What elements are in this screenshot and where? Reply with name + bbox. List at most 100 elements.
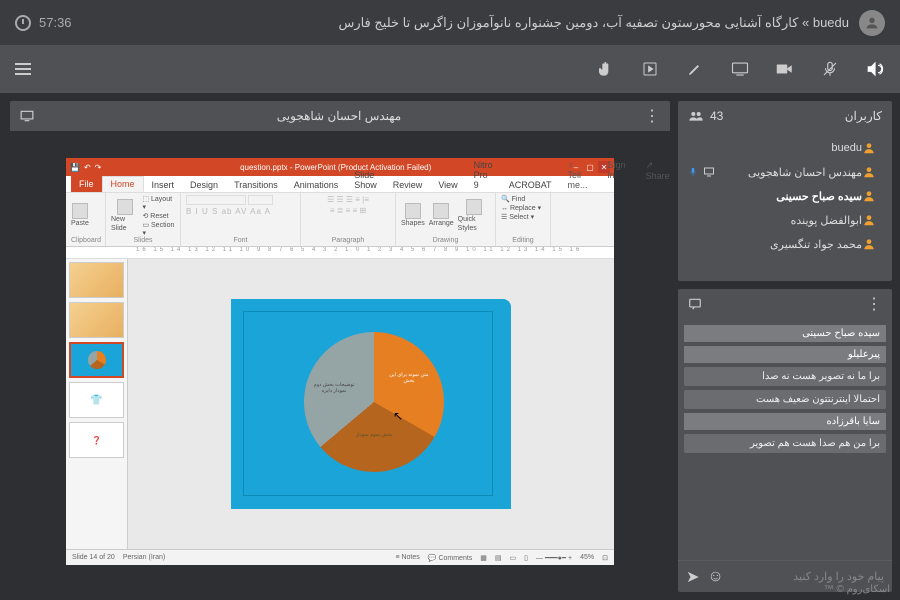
fit-icon[interactable]: ⊡ [602,554,608,562]
slide-thumb[interactable] [69,302,124,338]
send-button[interactable]: ➤ [686,567,699,587]
tab-review[interactable]: Review [385,178,431,192]
pen-button[interactable] [685,59,705,79]
presenter-name: مهندس احسان شاهجویی [277,109,401,123]
video-button[interactable] [775,59,795,79]
user-row[interactable]: ابوالفضل پوینده [688,208,882,232]
clock-icon [15,15,31,31]
pp-undo-icon[interactable]: ↶ [84,163,91,172]
speaker-button[interactable] [865,59,885,79]
view-slideshow-icon[interactable]: ▯ [524,554,528,562]
users-title: کاربران [845,109,882,123]
mic-button[interactable] [820,59,840,79]
user-row[interactable]: buedu [688,136,882,160]
layout-button[interactable]: ⬚ Layout ▾ [142,195,175,211]
emoji-button[interactable]: ☺ [707,568,723,586]
user-name-label: محمد جواد تنگسیری [688,238,862,251]
language-label: Persian (Iran) [123,554,165,561]
share-button[interactable]: ↗ Share [638,158,678,192]
zoom-value[interactable]: 45% [580,554,594,561]
paste-button[interactable]: Paste [71,203,89,228]
user-name-label: مهندس احسان شاهجویی [715,166,862,179]
view-normal-icon[interactable]: ▦ [480,554,487,562]
pp-save-icon[interactable]: 💾 [70,163,80,172]
shapes-button[interactable]: Shapes [401,203,425,228]
slide-thumb-selected[interactable] [69,342,124,378]
tab-design[interactable]: Design [182,178,226,192]
menu-button[interactable] [15,63,31,75]
tab-transitions[interactable]: Transitions [226,178,286,192]
chat-panel: ⋮ سیده صباح حسینی پیرعلیلو برا ما نه تصو… [678,289,892,592]
replace-button[interactable]: ↔ Replace ▾ [501,204,541,212]
chat-icon [688,297,702,311]
user-row[interactable]: محمد جواد تنگسیری [688,232,882,256]
presentation-panel: ⋮ مهندس احسان شاهجویی 💾 ↶ ↷ question.ppt… [10,101,670,592]
person-icon [862,189,876,203]
notes-button[interactable]: ≡ Notes [395,554,419,561]
find-button[interactable]: 🔍 Find [501,195,525,203]
slide-thumb[interactable]: 👕 [69,382,124,418]
user-row[interactable]: سیده صباح حسینی [688,184,882,208]
tell-me[interactable]: ♀ Tell me... [560,158,596,192]
pp-titlebar: 💾 ↶ ↷ question.pptx - PowerPoint (Produc… [66,158,614,176]
reset-button[interactable]: ⟲ Reset [142,212,175,220]
sign-in[interactable]: Sign in [600,158,634,192]
tab-file[interactable]: File [71,176,102,192]
chat-input[interactable] [732,571,884,583]
monitor-icon [20,110,34,122]
arrange-button[interactable]: Arrange [429,203,454,228]
tab-insert[interactable]: Insert [144,178,183,192]
slide-thumb[interactable]: ❓ [69,422,124,458]
pp-ribbon: Paste Clipboard New Slide ⬚ Layout ▾ ⟲ R… [66,193,614,247]
section-button[interactable]: ▭ Section ▾ [142,221,175,237]
slide-thumb[interactable] [69,262,124,298]
chat-body: سیده صباح حسینی پیرعلیلو برا ما نه تصویر… [678,319,892,560]
users-panel: کاربران 43 buedu مهندس احسان شاهجویی [678,101,892,281]
user-row[interactable]: مهندس احسان شاهجویی [688,160,882,184]
group-paragraph: Paragraph [306,237,390,244]
quick-styles-button[interactable]: Quick Styles [458,199,490,233]
new-slide-button[interactable]: New Slide [111,199,138,233]
toolbar [0,45,900,93]
tab-acrobat[interactable]: ACROBAT [501,178,560,192]
hand-button[interactable] [595,59,615,79]
pp-slide-area[interactable]: متن نمونه برای این بخش توضیحات بخش دوم ن… [128,259,614,549]
person-icon [862,237,876,251]
powerpoint-window: 💾 ↶ ↷ question.pptx - PowerPoint (Produc… [66,158,614,565]
view-sorter-icon[interactable]: ▤ [495,554,502,562]
chat-menu-button[interactable]: ⋮ [866,294,882,314]
pp-redo-icon[interactable]: ↷ [95,163,102,172]
chat-message: برا من هم صدا هست هم تصویر [684,434,886,453]
mic-icon [688,166,698,178]
presentation-header: ⋮ مهندس احسان شاهجویی [10,101,670,131]
tab-home[interactable]: Home [102,176,144,192]
view-reading-icon[interactable]: ▭ [510,554,517,562]
group-slides: Slides [111,237,175,244]
person-icon [862,165,876,179]
screen-share-button[interactable] [730,59,750,79]
tab-animations[interactable]: Animations [286,178,347,192]
tab-view[interactable]: View [430,178,465,192]
pp-ribbon-tabs: File Home Insert Design Transitions Anim… [66,176,614,193]
chat-message: برا ما نه تصویر هست نه صدا [684,367,886,386]
select-button[interactable]: ☰ Select ▾ [501,213,534,221]
pie-label-2: توضیحات بخش دوم نمودار دایره [309,382,359,394]
app-header: buedu » کارگاه آشنایی محورستون تصفیه آب،… [0,0,900,45]
play-button[interactable] [640,59,660,79]
toolbar-controls [595,59,885,79]
presentation-body: 💾 ↶ ↷ question.pptx - PowerPoint (Produc… [10,131,670,592]
presentation-menu-button[interactable]: ⋮ [644,106,660,126]
pp-ruler: 16 15 14 13 12 11 10 9 8 7 6 5 4 3 2 1 0… [66,247,614,259]
user-avatar[interactable] [859,10,885,36]
pie-chart: متن نمونه برای این بخش توضیحات بخش دوم ن… [304,332,444,472]
tab-nitro[interactable]: Nitro Pro 9 [466,158,501,192]
users-panel-header: کاربران 43 [678,101,892,131]
monitor-icon [703,166,715,178]
tab-slideshow[interactable]: Slide Show [346,168,385,192]
comments-button[interactable]: 💬 Comments [428,554,473,562]
pp-thumbnails: 👕 ❓ [66,259,128,549]
left-column: ⋮ مهندس احسان شاهجویی 💾 ↶ ↷ question.ppt… [10,101,670,592]
slide-canvas: متن نمونه برای این بخش توضیحات بخش دوم ن… [231,299,511,509]
pp-body: 👕 ❓ متن نمونه برای این بخش توضیحات بخش د… [66,259,614,549]
footer-brand: اسکای‌روم © ™ [824,584,890,595]
